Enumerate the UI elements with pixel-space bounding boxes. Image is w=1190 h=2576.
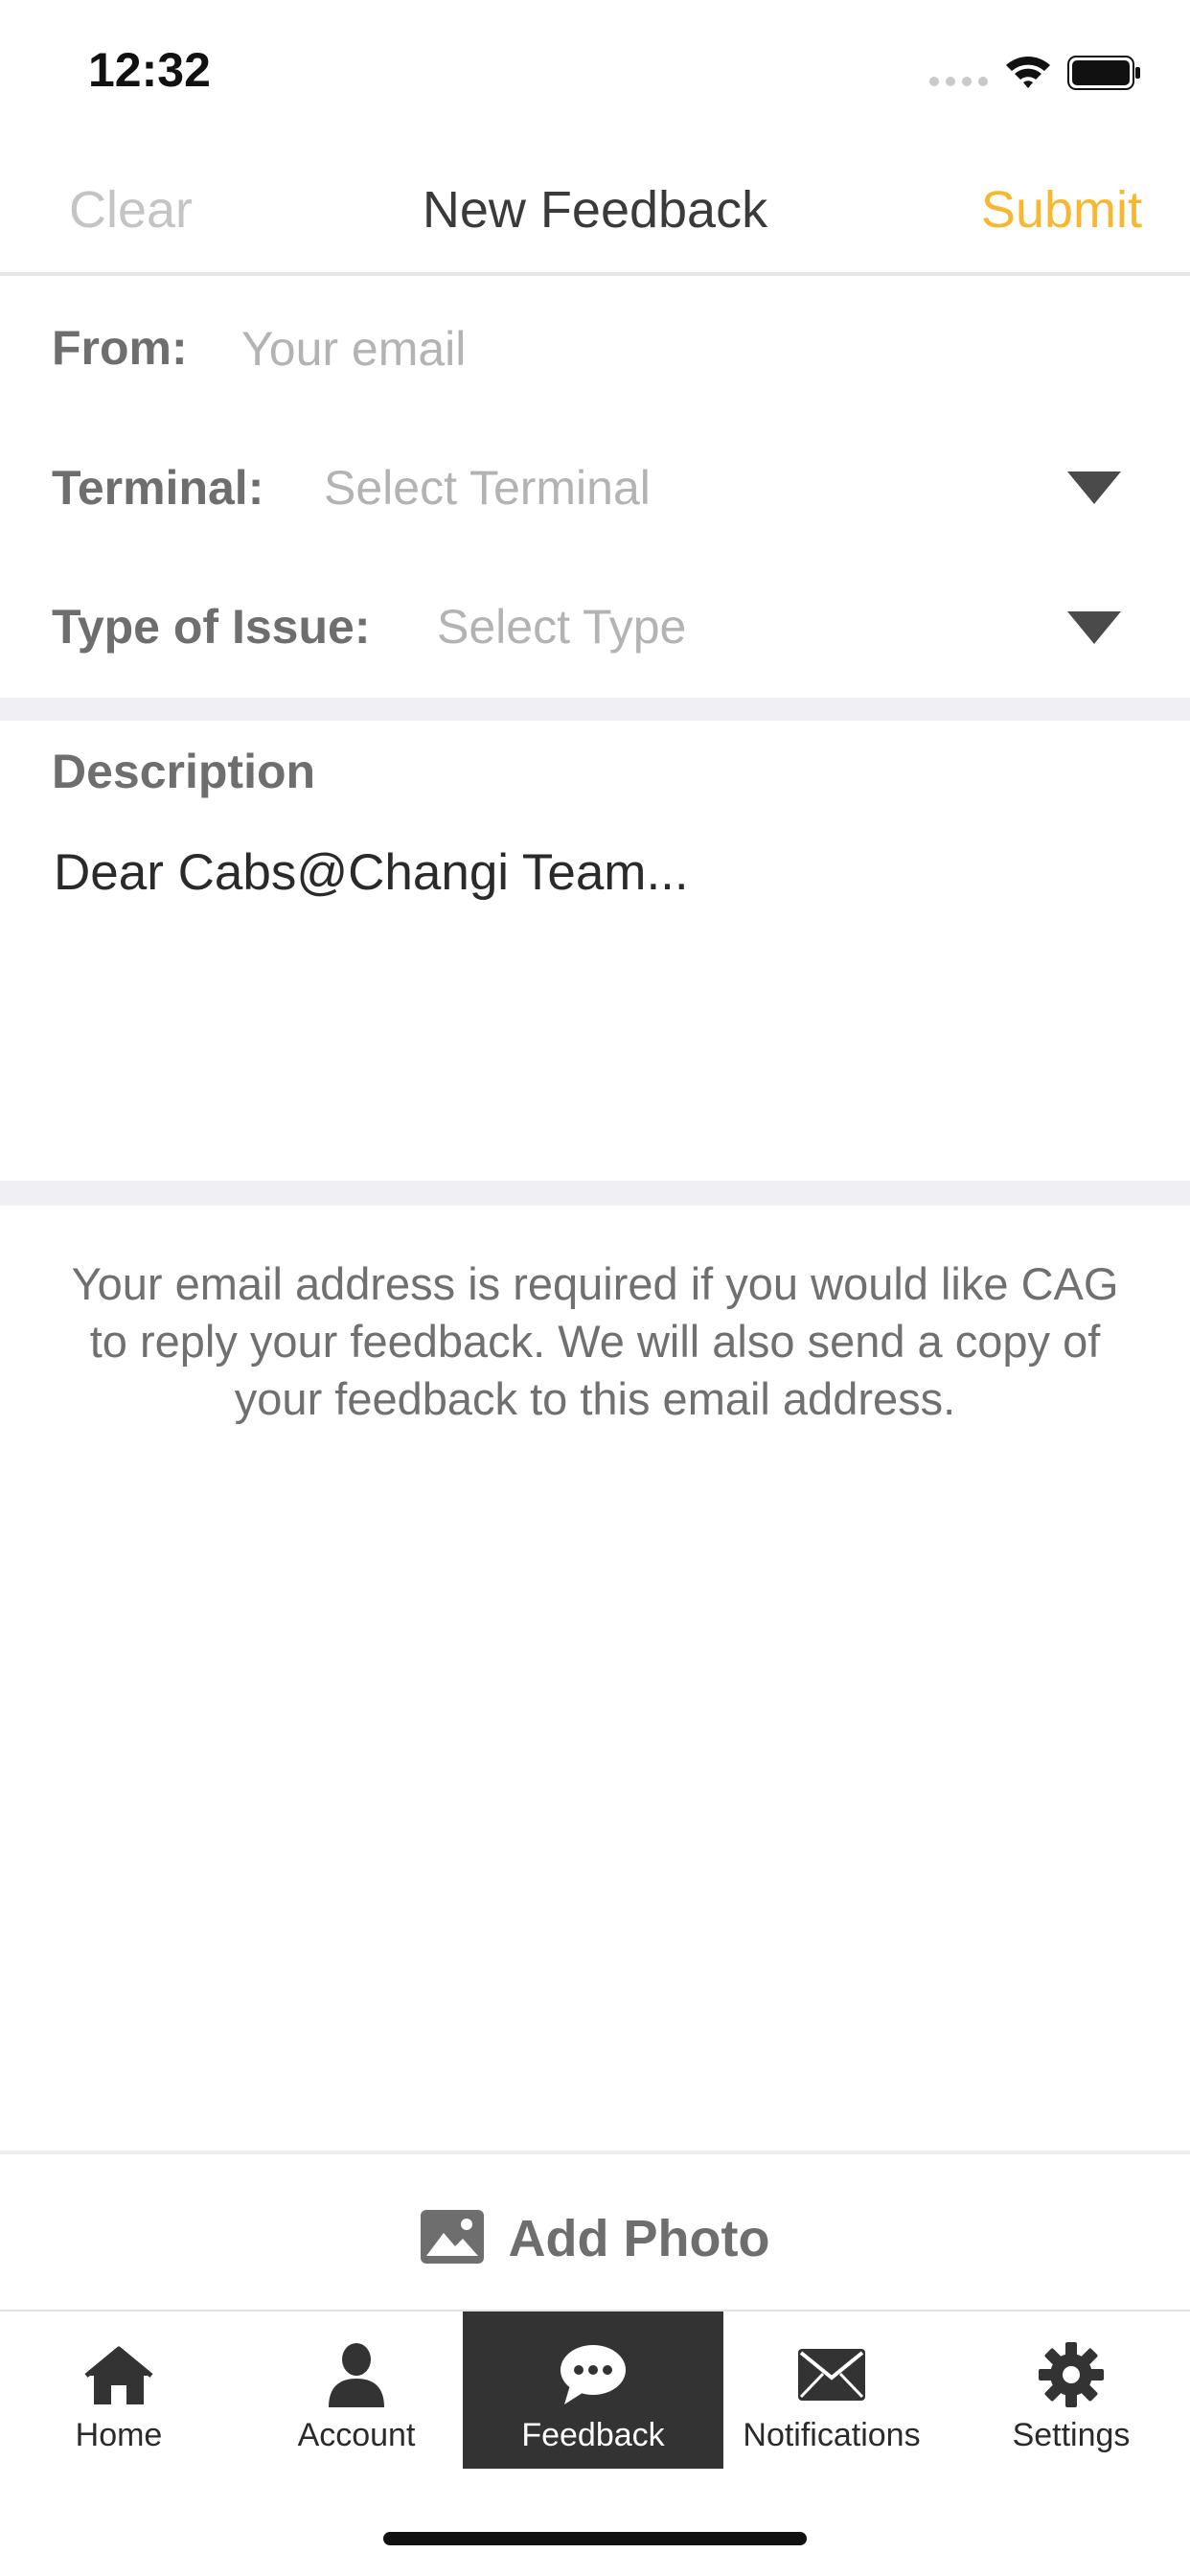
tab-home[interactable]: Home — [0, 2312, 238, 2469]
terminal-label: Terminal: — [52, 461, 264, 515]
terminal-select[interactable]: Select Terminal — [324, 460, 651, 516]
account-icon — [318, 2340, 395, 2409]
section-separator — [0, 698, 1190, 721]
description-textarea[interactable]: Dear Cabs@Changi Team... — [54, 843, 689, 902]
section-separator — [0, 1181, 1190, 1206]
terminal-dropdown-icon[interactable] — [1067, 472, 1121, 504]
tab-notifications[interactable]: Notifications — [713, 2312, 950, 2469]
tab-settings[interactable]: Settings — [952, 2312, 1190, 2469]
image-icon — [420, 2209, 484, 2268]
description-label: Description — [52, 745, 316, 798]
email-info-text: Your email address is required if you wo… — [71, 1258, 1119, 1424]
nav-divider — [0, 272, 1190, 276]
type-of-issue-label: Type of Issue: — [52, 600, 371, 654]
tab-feedback[interactable]: Feedback — [463, 2312, 723, 2469]
tab-feedback-label: Feedback — [521, 2417, 665, 2453]
envelope-icon — [793, 2340, 870, 2409]
tab-settings-label: Settings — [1012, 2417, 1131, 2453]
tab-notifications-label: Notifications — [743, 2417, 921, 2453]
home-indicator[interactable] — [383, 2532, 807, 2545]
cellular-signal-icon — [929, 77, 989, 86]
add-photo-button[interactable]: Add Photo — [0, 2200, 1190, 2277]
home-icon — [80, 2340, 157, 2409]
gear-icon — [1033, 2340, 1110, 2409]
tab-home-label: Home — [75, 2417, 163, 2453]
email-field[interactable] — [241, 320, 1104, 378]
clear-button[interactable]: Clear — [69, 180, 193, 240]
submit-button[interactable]: Submit — [981, 180, 1142, 240]
from-label: From: — [52, 321, 188, 375]
type-dropdown-icon[interactable] — [1067, 611, 1121, 644]
tab-bar: Home Account Feedback Notifications Sett… — [0, 2310, 1190, 2469]
tab-account-label: Account — [297, 2417, 416, 2453]
wifi-icon — [1004, 54, 1052, 90]
type-of-issue-select[interactable]: Select Type — [437, 599, 686, 655]
chat-bubble-icon — [555, 2340, 631, 2409]
battery-icon — [1067, 56, 1142, 90]
tab-account[interactable]: Account — [238, 2312, 475, 2469]
status-time: 12:32 — [88, 43, 211, 97]
add-photo-label: Add Photo — [508, 2210, 770, 2267]
add-photo-divider — [0, 2150, 1190, 2154]
